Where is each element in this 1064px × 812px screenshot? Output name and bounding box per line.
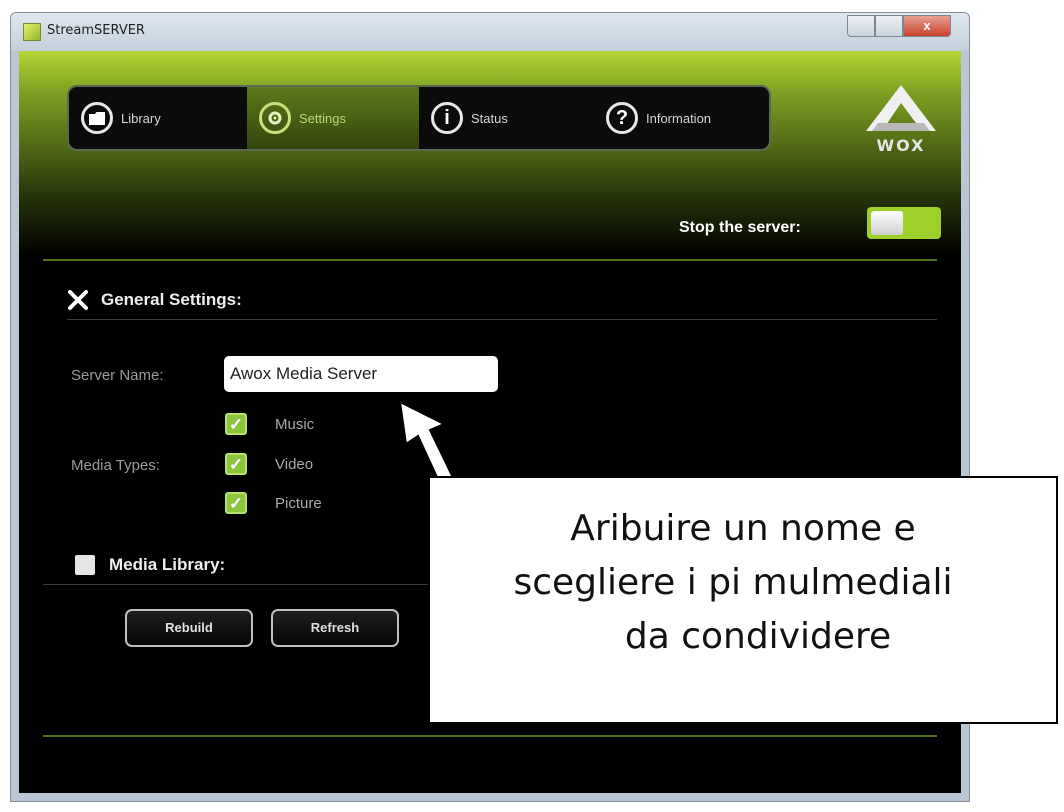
- stop-server-toggle[interactable]: [867, 207, 941, 239]
- media-library-icon: [75, 555, 95, 575]
- minimize-button[interactable]: [847, 15, 875, 37]
- maximize-button[interactable]: [875, 15, 903, 37]
- server-name-input[interactable]: [224, 356, 498, 392]
- video-checkbox[interactable]: ✓: [225, 453, 247, 475]
- info-i-icon: i: [431, 102, 463, 134]
- tab-settings[interactable]: Settings: [247, 87, 419, 149]
- picture-checkbox[interactable]: ✓: [225, 492, 247, 514]
- tab-information-label: Information: [646, 110, 712, 126]
- toggle-knob[interactable]: [871, 211, 903, 235]
- settings-gear-icon: [259, 102, 291, 134]
- tools-icon: [67, 289, 89, 311]
- title-bar: StreamSERVER x: [11, 13, 969, 51]
- picture-label: Picture: [275, 494, 322, 512]
- server-name-label: Server Name:: [71, 367, 164, 384]
- general-settings-title: General Settings:: [101, 290, 242, 309]
- callout-line-1: Aribuire un nome e: [570, 508, 916, 549]
- media-library-title: Media Library:: [109, 555, 226, 574]
- awox-logo: WOX: [864, 83, 938, 155]
- nav-bar: Library Settings i Status ? Information: [67, 85, 771, 151]
- app-icon: [23, 23, 41, 41]
- music-label: Music: [275, 415, 315, 433]
- close-button[interactable]: x: [903, 15, 951, 37]
- stop-server-label: Stop the server:: [679, 219, 801, 236]
- tab-status[interactable]: i Status: [419, 87, 594, 149]
- folder-icon: [81, 102, 113, 134]
- tab-library-label: Library: [121, 110, 161, 126]
- callout-line-3: da condividere: [624, 616, 892, 657]
- window-title: StreamSERVER: [47, 23, 145, 38]
- music-checkbox[interactable]: ✓: [225, 413, 247, 435]
- tab-status-label: Status: [471, 110, 508, 126]
- logo-text: WOX: [876, 136, 925, 155]
- general-settings-underline: [67, 319, 937, 320]
- media-type-music[interactable]: ✓ Music: [225, 413, 314, 435]
- media-library-underline: [43, 584, 443, 585]
- video-label: Video: [275, 455, 314, 473]
- window-controls: x: [847, 15, 951, 39]
- general-settings-header: General Settings:: [67, 289, 242, 311]
- footer-divider: [43, 735, 937, 737]
- refresh-button[interactable]: Refresh: [271, 609, 399, 647]
- tab-library[interactable]: Library: [69, 87, 247, 149]
- media-types-label: Media Types:: [71, 457, 160, 474]
- media-type-picture[interactable]: ✓ Picture: [225, 492, 322, 514]
- media-type-video[interactable]: ✓ Video: [225, 453, 313, 475]
- tab-information[interactable]: ? Information: [594, 87, 769, 149]
- tab-settings-label: Settings: [299, 110, 346, 126]
- question-mark-icon: ?: [606, 102, 638, 134]
- rebuild-button[interactable]: Rebuild: [125, 609, 253, 647]
- annotation-callout: Aribuire un nome e scegliere i pi mulmed…: [428, 476, 1058, 724]
- callout-arrow-icon: [398, 400, 458, 488]
- close-icon: x: [923, 18, 931, 33]
- callout-line-2: scegliere i pi mulmediali: [513, 562, 953, 603]
- media-library-header: Media Library:: [75, 555, 225, 575]
- header-divider: [43, 259, 937, 261]
